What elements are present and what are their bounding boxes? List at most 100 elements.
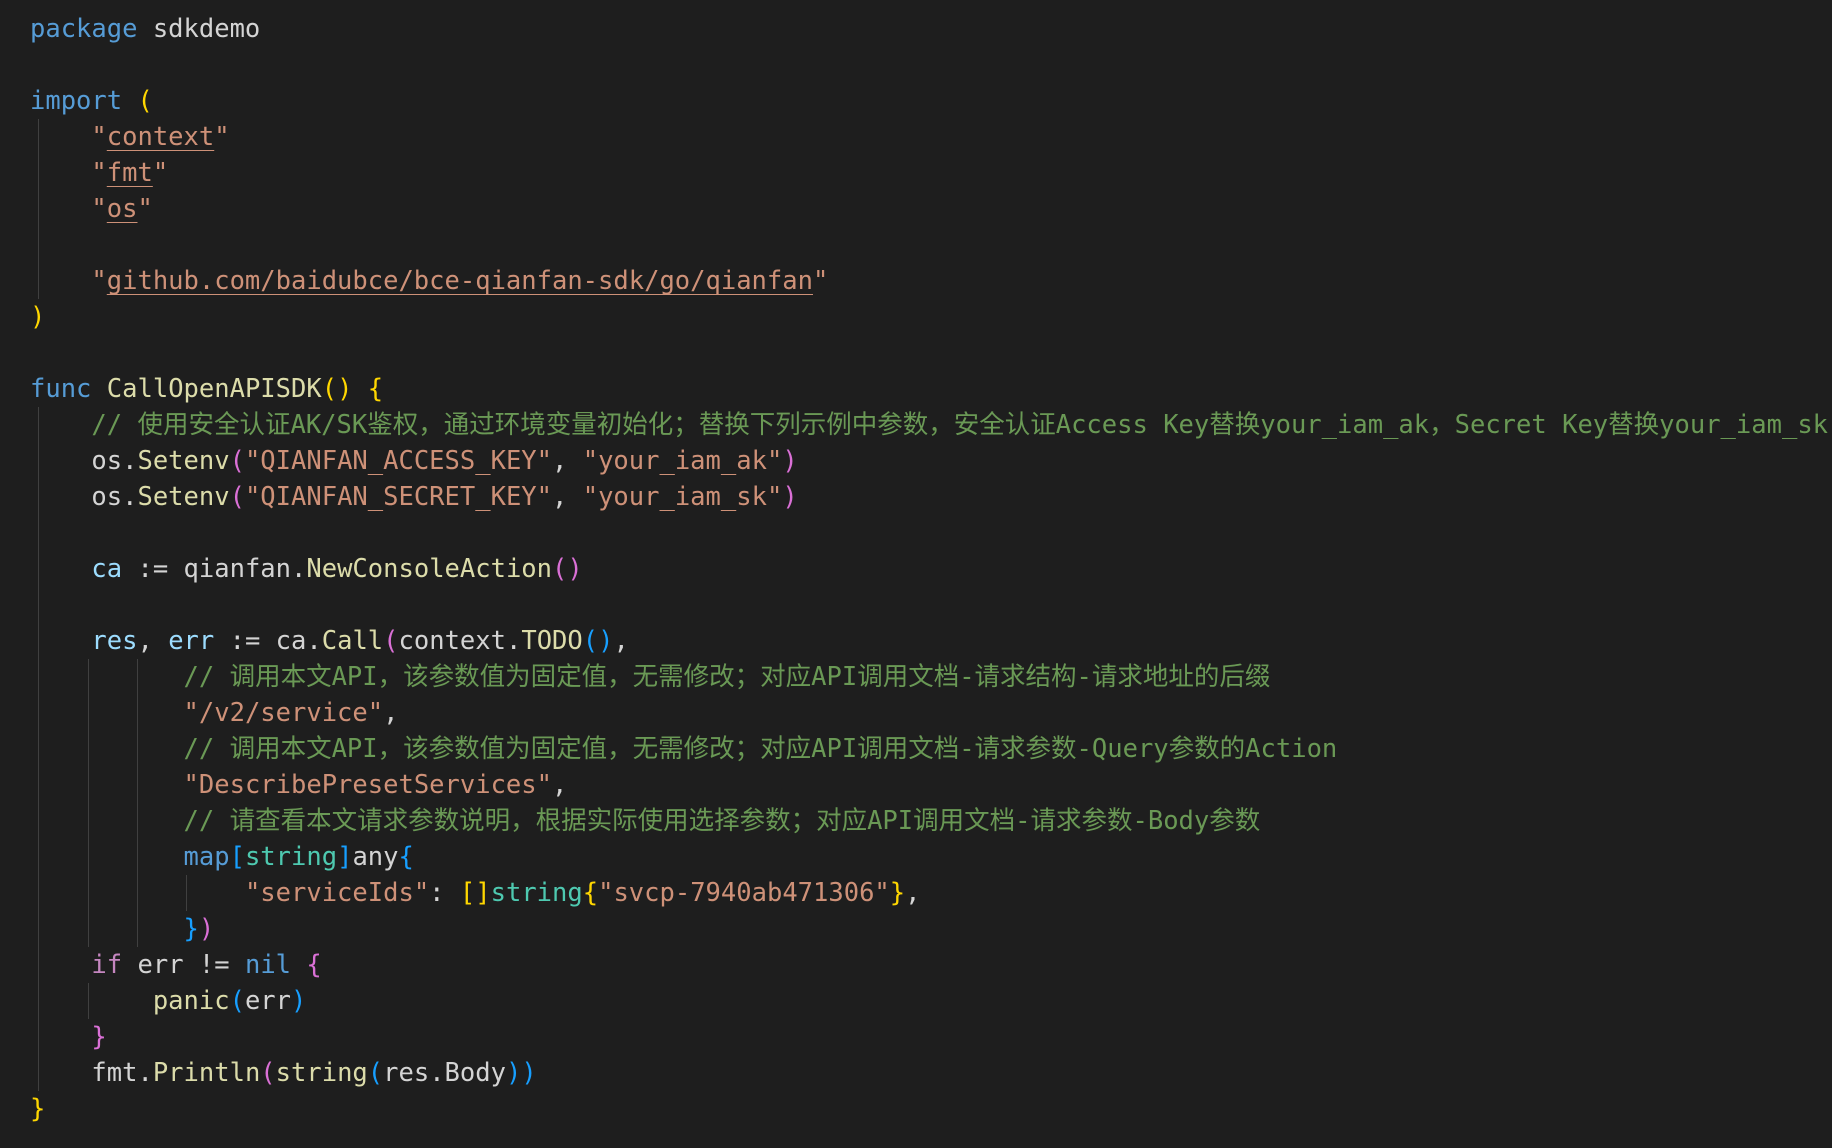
indent-guide — [38, 227, 40, 263]
code-line: panic(err) — [30, 983, 1820, 1019]
code-token: ] — [337, 842, 353, 872]
code-line — [30, 515, 1820, 551]
code-token: context — [106, 122, 215, 152]
code-token: import — [30, 86, 123, 116]
code-token: { — [306, 950, 322, 980]
indent-guide — [38, 1055, 40, 1091]
code-line — [30, 227, 1820, 263]
code-token: [] — [459, 878, 491, 908]
indent-guide — [38, 875, 40, 911]
code-token: , — [137, 626, 169, 656]
code-token: Setenv — [137, 482, 230, 512]
code-token: os. — [30, 482, 138, 512]
code-token: } — [889, 878, 906, 908]
code-token: "your_iam_sk" — [582, 482, 783, 512]
code-line: fmt.Println(string(res.Body)) — [30, 1055, 1820, 1091]
code-token: // 调用本文API，该参数值为固定值，无需修改；对应API调用文档-请求参数-… — [30, 734, 1338, 764]
code-token: package — [30, 14, 138, 44]
indent-guide — [38, 443, 40, 479]
indent-guide — [136, 803, 138, 839]
code-line: "github.com/baidubce/bce-qianfan-sdk/go/… — [30, 263, 1820, 299]
code-token: string — [244, 842, 338, 872]
indent-guide — [38, 551, 40, 587]
indent-guide — [87, 767, 89, 803]
code-token: () — [552, 554, 583, 584]
code-token: : — [429, 878, 460, 908]
indent-guide — [38, 515, 40, 551]
code-line: "fmt" — [30, 155, 1820, 191]
code-line: // 调用本文API，该参数值为固定值，无需修改；对应API调用文档-请求参数-… — [30, 731, 1820, 767]
code-token: ) — [291, 986, 307, 1016]
indent-guide — [136, 695, 138, 731]
code-line: "context" — [30, 119, 1820, 155]
code-token: string — [275, 1058, 368, 1088]
code-line: os.Setenv("QIANFAN_SECRET_KEY", "your_ia… — [30, 479, 1820, 515]
code-line: if err != nil { — [30, 947, 1820, 983]
code-token: "serviceIds" — [244, 878, 430, 908]
indent-guide — [38, 191, 40, 227]
code-line: func CallOpenAPISDK() { — [30, 371, 1820, 407]
code-token: err != — [122, 950, 245, 980]
code-line: } — [30, 1019, 1820, 1055]
code-line: import ( — [30, 83, 1820, 119]
indent-guide — [38, 947, 40, 983]
code-token: " — [152, 158, 169, 188]
code-token: () — [321, 374, 353, 404]
code-token: := qianfan. — [122, 554, 307, 584]
indent-guide — [38, 587, 40, 623]
indent-guide — [136, 767, 138, 803]
code-token: ( — [383, 626, 399, 656]
code-line: // 请查看本文请求参数说明，根据实际使用选择参数；对应API调用文档-请求参数… — [30, 803, 1820, 839]
code-line: os.Setenv("QIANFAN_ACCESS_KEY", "your_ia… — [30, 443, 1820, 479]
indent-guide — [136, 839, 138, 875]
code-token: map — [183, 842, 230, 872]
indent-guide — [136, 875, 138, 911]
code-token: , — [383, 698, 399, 728]
code-token: )) — [505, 1058, 537, 1088]
indent-guide — [38, 659, 40, 695]
code-token: , — [552, 482, 583, 512]
code-token: " — [30, 122, 107, 152]
code-token: err — [168, 626, 215, 656]
code-token: "svcp-7940ab471306" — [598, 878, 890, 908]
code-line: "/v2/service", — [30, 695, 1820, 731]
code-token: // 调用本文API，该参数值为固定值，无需修改；对应API调用文档-请求结构-… — [30, 662, 1271, 692]
code-line: } — [30, 1091, 1820, 1127]
code-line: "serviceIds": []string{"svcp-7940ab47130… — [30, 875, 1820, 911]
indent-guide — [38, 119, 40, 155]
indent-guide — [38, 479, 40, 515]
code-token: ( — [137, 86, 153, 116]
code-line: ca := qianfan.NewConsoleAction() — [30, 551, 1820, 587]
code-token: ca — [91, 554, 123, 584]
code-token: CallOpenAPISDK — [106, 374, 322, 404]
indent-guide — [38, 695, 40, 731]
code-token: func — [30, 374, 92, 404]
code-line: res, err := ca.Call(context.TODO(), — [30, 623, 1820, 659]
code-token: { — [398, 842, 414, 872]
code-token: TODO — [521, 626, 583, 656]
code-line: "os" — [30, 191, 1820, 227]
indent-guide — [87, 803, 89, 839]
code-editor[interactable]: package sdkdemo import ( "context" "fmt" … — [30, 11, 1828, 1127]
indent-guide — [87, 875, 89, 911]
indent-guide — [38, 1019, 40, 1055]
code-line: }) — [30, 911, 1820, 947]
code-token: // 使用安全认证AK/SK鉴权，通过环境变量初始化；替换下列示例中参数，安全认… — [30, 410, 1829, 440]
code-token: NewConsoleAction — [306, 554, 553, 584]
code-token: "/v2/service" — [183, 698, 384, 728]
code-token: res — [91, 626, 138, 656]
code-token: } — [183, 914, 199, 944]
code-line: ) — [30, 299, 1820, 335]
code-token: os. — [30, 446, 138, 476]
indent-guide — [38, 623, 40, 659]
code-token: err — [244, 986, 292, 1016]
code-token: "DescribePresetServices" — [183, 770, 552, 800]
code-token: { — [582, 878, 599, 908]
indent-guide — [38, 839, 40, 875]
code-token: " — [30, 266, 107, 296]
